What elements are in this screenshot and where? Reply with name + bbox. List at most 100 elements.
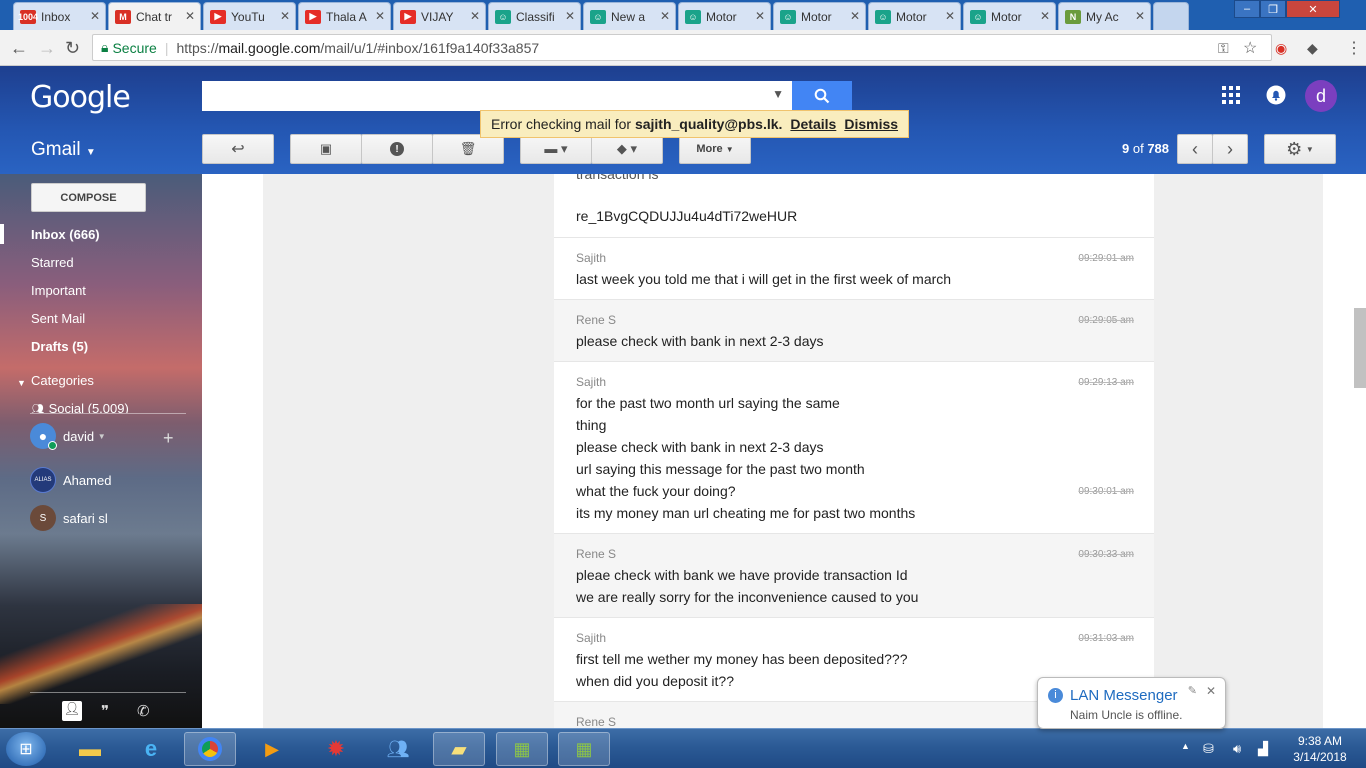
archive-button[interactable]: ▣ (290, 134, 362, 164)
message-sender: Sajith (576, 631, 607, 645)
contact-ahamed[interactable]: ALIAS Ahamed (30, 467, 111, 493)
tab-close-icon[interactable]: ✕ (850, 9, 860, 23)
compose-button[interactable]: COMPOSE (31, 183, 146, 212)
contact-david[interactable]: ● david ▼ (30, 423, 106, 450)
messenger-taskbar-icon[interactable]: 👥︎ (372, 732, 424, 766)
browser-tab[interactable]: ☺ Motor ✕ (773, 2, 866, 30)
window-close-button[interactable]: ✕ (1286, 0, 1340, 18)
browser-tab[interactable]: N My Ac ✕ (1058, 2, 1151, 30)
minimize-button[interactable]: – (1234, 0, 1260, 18)
tab-close-icon[interactable]: ✕ (755, 9, 765, 23)
browser-tab[interactable]: ▶ VIJAY ✕ (393, 2, 486, 30)
database-taskbar-icon[interactable]: ▦ (496, 732, 548, 766)
move-to-button[interactable]: ▬ ▾ (520, 134, 592, 164)
database-taskbar-icon-2[interactable]: ▦ (558, 732, 610, 766)
show-hidden-icons[interactable]: ▲ (1181, 741, 1190, 751)
tab-close-icon[interactable]: ✕ (945, 9, 955, 23)
tab-close-icon[interactable]: ✕ (470, 9, 480, 23)
tab-close-icon[interactable]: ✕ (565, 9, 575, 23)
ie-taskbar-icon[interactable]: e (125, 732, 177, 766)
lan-messenger-tray-icon[interactable]: ⛁ (1203, 741, 1214, 757)
older-button[interactable]: › (1212, 134, 1248, 164)
reload-icon[interactable]: ↻ (65, 38, 80, 59)
tab-close-icon[interactable]: ✕ (660, 9, 670, 23)
account-avatar[interactable]: d (1305, 80, 1337, 112)
pin-icon[interactable]: ✎ (1188, 684, 1197, 697)
chat-message: Sajith 09:29:13 am for the past two month … (554, 362, 1154, 534)
browser-tab[interactable]: ▶ YouTu ✕ (203, 2, 296, 30)
back-to-inbox-button[interactable]: ↩ (202, 134, 274, 164)
avatar: ALIAS (30, 467, 56, 493)
browser-tab[interactable]: ☺ Motor ✕ (868, 2, 961, 30)
database-icon: ▦ (575, 738, 593, 759)
quote-chat-icon[interactable]: ❞ (101, 702, 109, 720)
media-taskbar-icon[interactable]: ▶ (246, 732, 298, 766)
new-tab-button[interactable] (1153, 2, 1189, 30)
gmail-menu-label[interactable]: Gmail ▼ (31, 139, 96, 161)
delete-button[interactable]: 🗑︎ (432, 134, 504, 164)
add-contact-icon[interactable]: + (163, 428, 174, 449)
tab-close-icon[interactable]: ✕ (280, 9, 290, 23)
chat-message: Rene S 09:29:05 am please check with bank … (554, 300, 1154, 362)
browser-tab[interactable]: ▶ Thala A ✕ (298, 2, 391, 30)
sidebar-item-inbox[interactable]: Inbox (666) (31, 227, 100, 242)
browser-tab[interactable]: ☺ Motor ✕ (963, 2, 1056, 30)
tab-close-icon[interactable]: ✕ (375, 9, 385, 23)
newer-button[interactable]: ‹ (1177, 134, 1213, 164)
volume-icon[interactable]: 🔊︎ (1233, 741, 1241, 757)
restore-button[interactable]: ❐ (1260, 0, 1286, 18)
labels-button[interactable]: ◆ ▾ (591, 134, 663, 164)
person-icon[interactable]: 👤︎ (62, 701, 82, 721)
app-taskbar-icon[interactable]: ✹ (310, 732, 362, 766)
tab-close-icon[interactable]: ✕ (185, 9, 195, 23)
close-icon[interactable]: ✕ (1206, 684, 1216, 698)
chrome-taskbar-icon[interactable] (184, 732, 236, 766)
sidebar-item-important[interactable]: Important (31, 283, 86, 298)
sidebar-item-categories[interactable]: Categories (31, 373, 94, 388)
start-button[interactable]: ⊞ (6, 732, 46, 766)
expand-arrow-icon[interactable]: ▼ (17, 378, 26, 388)
settings-button[interactable]: ⚙ ▼ (1264, 134, 1336, 164)
more-button[interactable]: More ▼ (679, 134, 751, 164)
extension-icon-2[interactable]: ◆ (1307, 40, 1318, 57)
chevron-left-icon: ‹ (1192, 138, 1198, 159)
browser-tab[interactable]: 1004 Inbox ✕ (13, 2, 106, 30)
search-options-icon[interactable]: ▼ (772, 87, 784, 101)
network-icon[interactable]: ▟ (1258, 741, 1268, 757)
forward-icon[interactable]: → (38, 38, 56, 59)
extension-icon[interactable]: ◉ (1275, 40, 1287, 57)
dismiss-link[interactable]: Dismiss (844, 116, 898, 132)
lan-messenger-notification[interactable]: i LAN Messenger Naim Uncle is offline. ✎… (1037, 677, 1226, 729)
back-icon[interactable]: ← (10, 38, 28, 59)
address-bar[interactable]: 🔒︎ Secure | https://mail.google.com/mail… (92, 34, 1272, 61)
scrollbar-thumb[interactable] (1354, 308, 1366, 388)
sidebar-item-social[interactable]: 👥︎ Social (5,009) (31, 401, 129, 413)
google-logo[interactable]: Google (30, 80, 131, 115)
system-clock[interactable]: 9:38 AM 3/14/2018 (1282, 733, 1358, 765)
search-input[interactable]: ▼ (202, 81, 792, 111)
browser-tab[interactable]: M Chat tr ✕ (108, 2, 201, 30)
tab-close-icon[interactable]: ✕ (1135, 9, 1145, 23)
browser-tab[interactable]: ☺ Classifi ✕ (488, 2, 581, 30)
browser-tab[interactable]: ☺ Motor ✕ (678, 2, 771, 30)
report-spam-button[interactable]: ! (361, 134, 433, 164)
key-icon[interactable]: ⚿ (1218, 40, 1229, 57)
details-link[interactable]: Details (790, 116, 836, 132)
chrome-menu-icon[interactable]: ⋮ (1346, 38, 1362, 58)
sidebar-item-drafts[interactable]: Drafts (5) (31, 339, 88, 354)
browser-tab[interactable]: ☺ New a ✕ (583, 2, 676, 30)
phone-icon[interactable]: ✆ (137, 702, 150, 720)
apps-grid-icon[interactable] (1222, 86, 1240, 109)
notifications-icon[interactable] (1266, 85, 1286, 110)
tab-close-icon[interactable]: ✕ (90, 9, 100, 23)
tab-close-icon[interactable]: ✕ (1040, 9, 1050, 23)
bookmark-star-icon[interactable]: ☆ (1243, 38, 1257, 58)
explorer-taskbar-icon[interactable]: ▬ (64, 732, 116, 766)
divider (30, 692, 186, 693)
sticky-notes-taskbar-icon[interactable]: ▰ (433, 732, 485, 766)
search-button[interactable] (792, 81, 852, 111)
sidebar-item-starred[interactable]: Starred (31, 255, 74, 270)
contact-safari[interactable]: S safari sl (30, 505, 108, 531)
sidebar-item-sent[interactable]: Sent Mail (31, 311, 85, 326)
search-icon (814, 88, 830, 104)
